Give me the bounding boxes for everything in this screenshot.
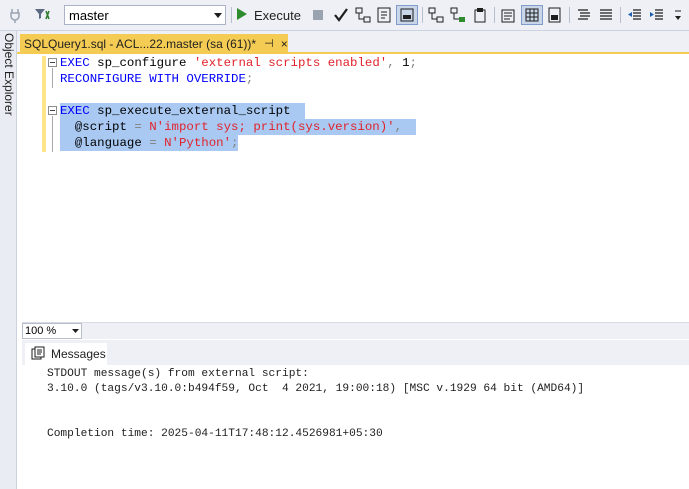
message-line: Completion time: 2025-04-11T17:48:12.452… <box>47 428 383 440</box>
editor-status-bar: 100 % <box>22 322 689 339</box>
document-tab[interactable]: SQLQuery1.sql - ACL...22.master (sa (61)… <box>20 34 288 53</box>
code-token: RECONFIGURE WITH OVERRIDE <box>60 72 246 86</box>
results-to-icon[interactable] <box>396 5 418 25</box>
parse-checkmark-icon[interactable] <box>331 5 351 25</box>
play-icon <box>236 7 247 23</box>
include-plan-icon[interactable] <box>426 5 446 25</box>
toolbar-divider <box>569 7 570 23</box>
outline-line <box>52 116 53 152</box>
change-tracking-bar <box>42 56 46 152</box>
message-line: 3.10.0 (tags/v3.10.0:b494f59, Oct 4 2021… <box>47 383 585 395</box>
messages-tab-label: Messages <box>51 347 106 361</box>
code-token: 1 <box>402 56 410 70</box>
stop-icon[interactable] <box>309 5 327 25</box>
code-token: 'external scripts enabled' <box>193 56 388 70</box>
database-select[interactable]: master <box>64 5 226 25</box>
close-icon[interactable]: × <box>281 37 288 51</box>
object-explorer-sidebar[interactable]: Object Explorer <box>0 31 17 489</box>
decrease-indent-icon[interactable] <box>625 5 645 25</box>
code-token: , <box>394 120 403 134</box>
document-tab-strip: SQLQuery1.sql - ACL...22.master (sa (61)… <box>17 31 689 53</box>
code-token: EXEC <box>60 56 90 70</box>
toolbar-divider <box>494 7 495 23</box>
zoom-value: 100 % <box>25 325 57 337</box>
messages-pane[interactable]: STDOUT message(s) from external script: … <box>22 365 689 489</box>
code-token: , <box>387 56 403 70</box>
uncomment-lines-icon[interactable] <box>596 5 616 25</box>
code-line: RECONFIGURE WITH OVERRIDE; <box>60 71 253 87</box>
toolbar-divider <box>620 7 621 23</box>
toolbar-overflow-icon[interactable] <box>670 5 686 25</box>
code-line: EXEC sp_configure 'external scripts enab… <box>60 55 417 71</box>
code-token: N'import sys; print(sys.version)' <box>149 120 395 134</box>
estimated-plan-icon[interactable] <box>353 5 373 25</box>
connect-plug-icon[interactable] <box>4 5 26 25</box>
code-token: sp_execute_external_script <box>89 104 291 118</box>
execute-label: Execute <box>254 7 301 23</box>
results-tab-strip: Messages <box>22 340 689 365</box>
code-token: @language <box>60 136 150 150</box>
code-line-selected: EXEC sp_execute_external_script <box>60 103 305 119</box>
execute-button[interactable]: Execute <box>236 5 301 25</box>
code-token: ; <box>409 56 417 70</box>
results-to-file-icon[interactable] <box>545 5 565 25</box>
code-token: EXEC <box>60 104 90 118</box>
chevron-down-icon <box>69 329 81 333</box>
document-tab-title: SQLQuery1.sql - ACL...22.master (sa (61)… <box>24 36 257 51</box>
object-explorer-tab[interactable]: Object Explorer <box>0 33 17 143</box>
filter-connect-icon[interactable] <box>31 5 55 25</box>
results-to-text-icon[interactable] <box>499 5 519 25</box>
query-options-icon[interactable] <box>374 5 394 25</box>
zoom-select[interactable]: 100 % <box>22 323 82 339</box>
query-editor[interactable]: EXEC sp_configure 'external scripts enab… <box>22 54 689 322</box>
code-token: = <box>149 136 165 150</box>
results-to-grid-icon[interactable] <box>521 5 543 25</box>
outline-line <box>52 68 53 88</box>
toolbar: master Execute <box>0 0 689 31</box>
live-stats-icon[interactable] <box>448 5 468 25</box>
code-token: @script <box>60 120 135 134</box>
toolbar-divider <box>231 7 232 23</box>
object-explorer-label: Object Explorer <box>1 33 16 116</box>
code-line-selected: @language = N'Python'; <box>60 135 239 151</box>
collapse-icon[interactable] <box>48 58 57 67</box>
code-token: ; <box>245 72 254 86</box>
message-line: STDOUT message(s) from external script: <box>47 368 309 380</box>
code-token: sp_configure <box>89 56 194 70</box>
code-token: N'Python' <box>164 136 232 150</box>
messages-icon <box>31 346 45 363</box>
code-token: ; <box>231 136 239 150</box>
chevron-down-icon <box>211 6 225 24</box>
comment-lines-icon[interactable] <box>574 5 594 25</box>
database-select-value: master <box>69 7 109 23</box>
collapse-icon[interactable] <box>48 106 57 115</box>
code-token: = <box>134 120 150 134</box>
pin-icon[interactable]: ⊣ <box>264 37 274 50</box>
toolbar-divider <box>422 7 423 23</box>
code-line-selected: @script = N'import sys; print(sys.versio… <box>60 119 417 135</box>
client-stats-icon[interactable] <box>470 5 490 25</box>
increase-indent-icon[interactable] <box>647 5 667 25</box>
tab-messages[interactable]: Messages <box>25 343 107 365</box>
